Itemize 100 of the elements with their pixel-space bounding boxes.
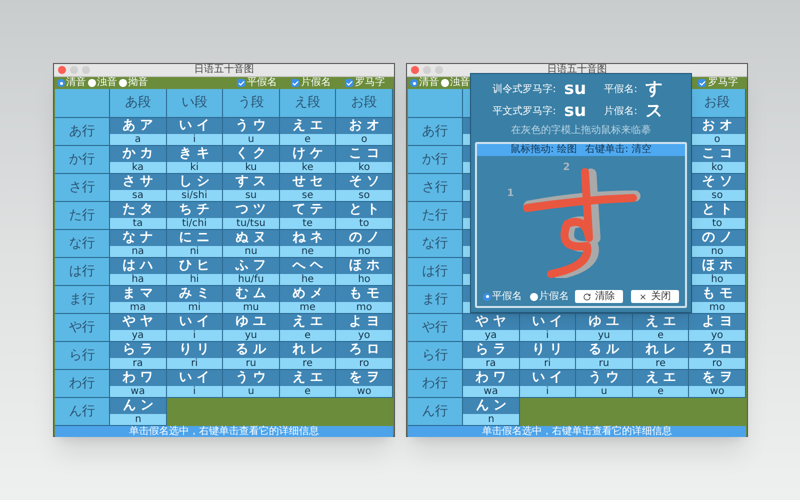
kana-cell[interactable]: と ト: [336, 202, 392, 218]
kana-cell[interactable]: へ ヘ: [280, 258, 336, 274]
kana-cell[interactable]: な ナ: [110, 230, 166, 246]
kana-cell[interactable]: う ウ: [223, 370, 279, 386]
row-header: ん行: [408, 398, 463, 426]
romaji-cell: si/shi: [166, 190, 222, 201]
kana-cell[interactable]: こ コ: [336, 146, 392, 162]
kana-cell[interactable]: い イ: [166, 370, 222, 386]
kana-cell[interactable]: う ウ: [576, 370, 632, 386]
romaji-cell: ra: [110, 358, 166, 369]
kana-cell[interactable]: の ノ: [689, 230, 745, 246]
kana-cell[interactable]: ち チ: [166, 202, 222, 218]
kana-cell[interactable]: し シ: [166, 174, 222, 190]
radio-button[interactable]: 片假名: [530, 290, 569, 302]
kana-cell[interactable]: き キ: [166, 146, 222, 162]
kana-cell[interactable]: や ヤ: [463, 314, 519, 330]
kana-cell[interactable]: い イ: [166, 314, 222, 330]
kana-cell[interactable]: く ク: [223, 146, 279, 162]
kana-cell[interactable]: つ ツ: [223, 202, 279, 218]
kana-cell[interactable]: ふ フ: [223, 258, 279, 274]
kana-cell[interactable]: さ サ: [110, 174, 166, 190]
kana-cell[interactable]: そ ソ: [336, 174, 392, 190]
kana-cell[interactable]: あ ア: [110, 118, 166, 134]
checkbox[interactable]: 平假名: [237, 77, 277, 89]
radio-button[interactable]: 拗音: [119, 77, 148, 89]
kana-cell[interactable]: え エ: [632, 370, 688, 386]
kana-cell[interactable]: い イ: [520, 314, 576, 330]
kana-cell[interactable]: ん ン: [110, 398, 166, 414]
kana-cell[interactable]: れ レ: [632, 342, 688, 358]
kana-cell[interactable]: も モ: [336, 286, 392, 302]
kana-cell[interactable]: こ コ: [689, 146, 745, 162]
checkbox[interactable]: 罗马字: [345, 77, 385, 89]
kana-cell[interactable]: か カ: [110, 146, 166, 162]
kana-cell[interactable]: に ニ: [166, 230, 222, 246]
drawing-canvas[interactable]: 1 2 平假名 片假名 清除 关闭: [477, 156, 685, 306]
kana-cell[interactable]: ゆ ユ: [223, 314, 279, 330]
clear-button[interactable]: 清除: [575, 290, 623, 303]
kana-cell[interactable]: り リ: [166, 342, 222, 358]
kana-cell[interactable]: む ム: [223, 286, 279, 302]
kana-cell[interactable]: い イ: [166, 118, 222, 134]
kana-cell[interactable]: ほ ホ: [689, 258, 745, 274]
kana-cell[interactable]: え エ: [280, 370, 336, 386]
kana-cell[interactable]: ら ラ: [110, 342, 166, 358]
kana-cell[interactable]: わ ワ: [110, 370, 166, 386]
kana-cell[interactable]: て テ: [280, 202, 336, 218]
kana-cell[interactable]: け ケ: [280, 146, 336, 162]
kana-cell[interactable]: お オ: [689, 118, 745, 134]
kana-cell[interactable]: と ト: [689, 202, 745, 218]
field-label: 训令式罗马字:: [492, 82, 556, 96]
kana-cell[interactable]: そ ソ: [689, 174, 745, 190]
kana-cell[interactable]: よ ヨ: [689, 314, 745, 330]
kana-cell[interactable]: み ミ: [166, 286, 222, 302]
row-header: ま行: [408, 286, 463, 314]
romaji-cell: re: [632, 358, 688, 369]
kana-cell[interactable]: ゆ ユ: [576, 314, 632, 330]
kana-cell[interactable]: れ レ: [280, 342, 336, 358]
kana-cell[interactable]: え エ: [632, 314, 688, 330]
kana-cell[interactable]: を ヲ: [689, 370, 745, 386]
kana-cell[interactable]: せ セ: [280, 174, 336, 190]
kana-cell[interactable]: や ヤ: [110, 314, 166, 330]
kana-cell[interactable]: わ ワ: [463, 370, 519, 386]
kana-cell[interactable]: え エ: [280, 314, 336, 330]
kana-cell[interactable]: る ル: [576, 342, 632, 358]
romaji-cell: su: [223, 190, 279, 201]
kana-cell[interactable]: ろ ロ: [336, 342, 392, 358]
radio-button[interactable]: 清音: [410, 77, 439, 89]
radio-button[interactable]: 清音: [57, 77, 86, 89]
kana-cell[interactable]: ん ン: [463, 398, 520, 414]
kana-cell[interactable]: め メ: [280, 286, 336, 302]
kana-cell[interactable]: ほ ホ: [336, 258, 392, 274]
kana-cell[interactable]: お オ: [336, 118, 392, 134]
hint-text: 在灰色的字模上拖动鼠标来临摹: [511, 124, 651, 138]
kana-cell[interactable]: ま マ: [110, 286, 166, 302]
kana-cell[interactable]: す ス: [223, 174, 279, 190]
romaji-cell: mi: [166, 302, 222, 313]
kana-cell[interactable]: る ル: [223, 342, 279, 358]
kana-cell[interactable]: も モ: [689, 286, 745, 302]
kana-cell[interactable]: た タ: [110, 202, 166, 218]
kana-cell[interactable]: ひ ヒ: [166, 258, 222, 274]
close-button[interactable]: 关闭: [631, 290, 679, 303]
close-window-button[interactable]: [58, 66, 66, 74]
radio-button[interactable]: 浊音: [441, 77, 470, 89]
checkbox[interactable]: 罗马字: [698, 77, 738, 89]
kana-cell[interactable]: り リ: [520, 342, 576, 358]
kana-cell[interactable]: は ハ: [110, 258, 166, 274]
kana-cell[interactable]: う ウ: [223, 118, 279, 134]
close-window-button[interactable]: [411, 66, 419, 74]
romaji-cell: se: [280, 190, 336, 201]
kana-cell[interactable]: を ヲ: [336, 370, 392, 386]
kana-cell[interactable]: ぬ ヌ: [223, 230, 279, 246]
kana-cell[interactable]: ね ネ: [280, 230, 336, 246]
checkbox[interactable]: 片假名: [291, 77, 331, 89]
kana-cell[interactable]: え エ: [280, 118, 336, 134]
kana-cell[interactable]: ろ ロ: [689, 342, 745, 358]
radio-button[interactable]: 平假名: [483, 290, 522, 302]
kana-cell[interactable]: の ノ: [336, 230, 392, 246]
kana-cell[interactable]: よ ヨ: [336, 314, 392, 330]
kana-cell[interactable]: い イ: [520, 370, 576, 386]
radio-button[interactable]: 浊音: [88, 77, 117, 89]
kana-cell[interactable]: ら ラ: [463, 342, 519, 358]
